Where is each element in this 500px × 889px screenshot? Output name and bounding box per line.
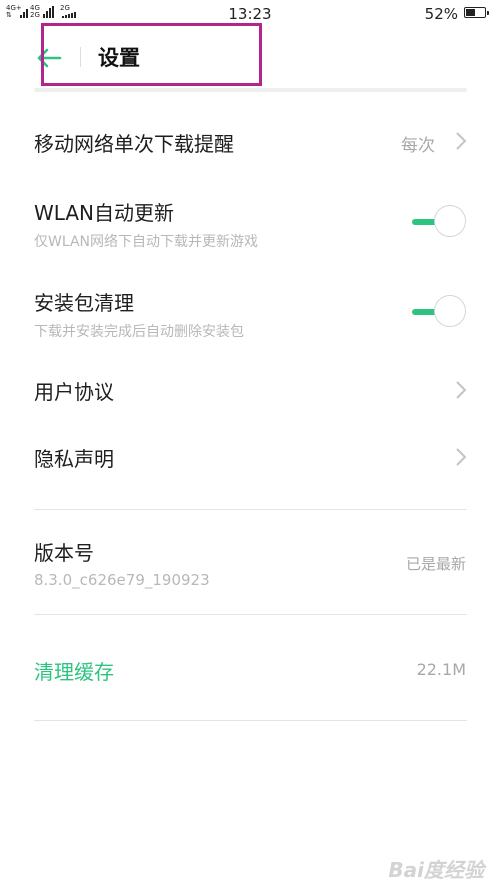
setting-description: 仅WLAN网络下自动下载并更新游戏 [34, 234, 259, 250]
chevron-right-icon [456, 381, 467, 399]
setting-clear-cache[interactable]: 清理缓存 22.1M [0, 640, 500, 700]
package-cleanup-toggle[interactable] [412, 295, 466, 329]
watermark: Bai度经验 [388, 858, 484, 882]
setting-wlan-auto-update: WLAN自动更新 仅WLAN网络下自动下载并更新游戏 [0, 185, 500, 260]
setting-version: 版本号 8.3.0_c626e79_190923 已是最新 [0, 525, 500, 605]
setting-privacy-statement[interactable]: 隐私声明 [0, 427, 500, 489]
clear-cache-label: 清理缓存 [34, 660, 114, 684]
setting-value: 每次 [401, 136, 435, 156]
wlan-auto-update-toggle[interactable] [412, 205, 466, 239]
setting-label: 版本号 [34, 541, 94, 565]
section-divider [34, 509, 467, 510]
setting-package-cleanup: 安装包清理 下载并安装完成后自动删除安装包 [0, 275, 500, 350]
setting-user-agreement[interactable]: 用户协议 [0, 360, 500, 422]
chevron-right-icon [456, 448, 467, 466]
section-divider [34, 614, 467, 615]
setting-label: 安装包清理 [34, 291, 134, 315]
setting-mobile-download-reminder[interactable]: 移动网络单次下载提醒 每次 [0, 110, 500, 172]
battery-percent: 52% [424, 5, 458, 23]
header-rule [34, 88, 467, 92]
cache-size: 22.1M [416, 660, 466, 679]
version-status: 已是最新 [405, 555, 466, 573]
version-number: 8.3.0_c626e79_190923 [34, 571, 210, 589]
annotation-highlight-box [41, 23, 262, 86]
setting-label: 隐私声明 [34, 447, 114, 471]
setting-label: 用户协议 [34, 380, 114, 404]
battery-icon [464, 7, 489, 18]
section-divider [34, 720, 467, 721]
chevron-right-icon [456, 132, 467, 150]
setting-label: WLAN自动更新 [34, 201, 175, 225]
setting-label: 移动网络单次下载提醒 [34, 132, 234, 156]
setting-description: 下载并安装完成后自动删除安装包 [34, 324, 244, 340]
